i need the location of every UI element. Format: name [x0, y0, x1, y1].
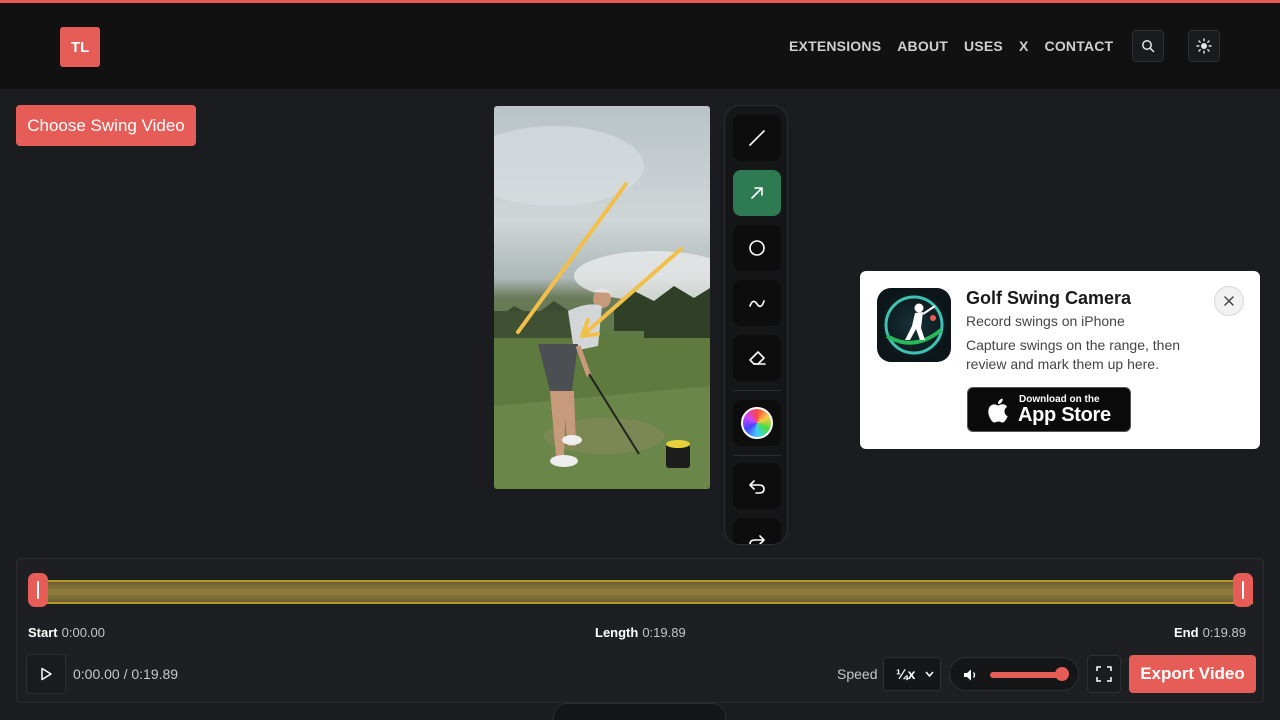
circle-tool[interactable]	[733, 225, 781, 271]
play-icon	[41, 667, 52, 681]
site-logo[interactable]: TL	[60, 27, 100, 67]
speed-label: Speed	[837, 666, 878, 682]
end-value: 0:19.89	[1202, 625, 1246, 640]
play-button[interactable]	[26, 654, 66, 694]
video-canvas[interactable]	[494, 106, 710, 489]
length-label: Length	[595, 625, 639, 640]
export-video-button[interactable]: Export Video	[1129, 655, 1256, 693]
promo-close-button[interactable]	[1214, 286, 1244, 316]
nav-x[interactable]: X	[1019, 38, 1029, 54]
arrow-tool[interactable]	[733, 170, 781, 216]
store-badge-big-text: App Store	[1018, 404, 1111, 426]
app-store-badge[interactable]: Download on the App Store	[967, 387, 1131, 432]
bottom-dock	[553, 703, 726, 720]
drawing-toolbar	[724, 105, 788, 545]
start-time: Start 0:00.00	[28, 625, 105, 640]
timeline-panel: Start 0:00.00 Length 0:19.89 End 0:19.89 0:…	[16, 558, 1264, 703]
promo-subtitle: Record swings on iPhone	[966, 313, 1125, 329]
volume-control	[949, 657, 1079, 691]
start-label: Start	[28, 625, 58, 640]
search-icon	[1142, 40, 1155, 53]
length-time: Length 0:19.89	[595, 625, 686, 640]
freehand-tool[interactable]	[733, 280, 781, 326]
nav-about[interactable]: ABOUT	[897, 38, 948, 54]
end-time: End 0:19.89	[1174, 625, 1246, 640]
undo-icon	[749, 480, 765, 494]
apple-icon	[988, 398, 1008, 423]
main-nav: EXTENSIONS ABOUT USES X CONTACT	[789, 38, 1129, 54]
line-tool[interactable]	[733, 115, 781, 161]
start-value: 0:00.00	[61, 625, 105, 640]
curve-icon	[749, 300, 765, 308]
arrow-icon	[751, 187, 763, 199]
time-readout: 0:00.00 / 0:19.89	[73, 666, 179, 682]
nav-extensions[interactable]: EXTENSIONS	[789, 38, 881, 54]
line-icon	[749, 130, 765, 146]
toolbar-divider	[733, 390, 781, 391]
promo-title: Golf Swing Camera	[966, 288, 1132, 308]
speed-select[interactable]: ¼x	[883, 657, 941, 691]
sun-icon	[1196, 38, 1212, 54]
eraser-tool[interactable]	[733, 335, 781, 381]
nav-contact[interactable]: CONTACT	[1045, 38, 1114, 54]
length-value: 0:19.89	[642, 625, 686, 640]
redo-icon	[749, 535, 765, 544]
golf-app-icon	[877, 288, 951, 362]
search-button[interactable]	[1132, 30, 1164, 62]
start-trim-handle[interactable]	[28, 573, 48, 607]
timeline-track[interactable]	[29, 580, 1253, 604]
speaker-icon[interactable]	[963, 668, 979, 682]
redo-tool[interactable]	[733, 518, 781, 544]
close-icon	[1224, 296, 1234, 306]
nav-uses[interactable]: USES	[964, 38, 1003, 54]
toolbar-divider	[733, 455, 781, 456]
theme-toggle-button[interactable]	[1188, 30, 1220, 62]
fullscreen-icon	[1096, 666, 1112, 682]
choose-video-button[interactable]: Choose Swing Video	[16, 105, 196, 146]
volume-knob[interactable]	[1055, 667, 1069, 681]
eraser-icon	[749, 351, 766, 365]
color-picker[interactable]	[733, 400, 781, 446]
speed-value: ¼x	[896, 666, 916, 682]
video-frame	[494, 126, 710, 489]
fullscreen-button[interactable]	[1087, 655, 1121, 693]
site-header: TL EXTENSIONS ABOUT USES X CONTACT	[0, 3, 1280, 89]
end-trim-handle[interactable]	[1233, 573, 1253, 607]
chevron-down-icon	[925, 671, 934, 678]
volume-slider[interactable]	[990, 672, 1062, 678]
promo-description: Capture swings on the range, then review…	[966, 337, 1181, 372]
color-wheel-icon	[741, 407, 773, 439]
undo-tool[interactable]	[733, 463, 781, 509]
circle-icon	[749, 240, 765, 256]
end-label: End	[1174, 625, 1199, 640]
app-promo-card: Golf Swing Camera Record swings on iPhon…	[860, 271, 1260, 449]
